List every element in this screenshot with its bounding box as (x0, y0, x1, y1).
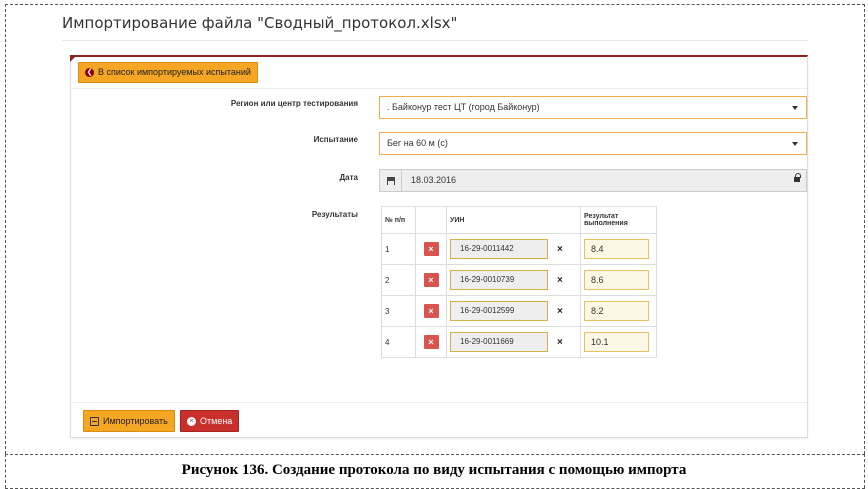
region-select[interactable]: . Байконур тест ЦТ (город Байконур) (379, 96, 807, 119)
lock-icon (794, 173, 801, 182)
row-num: 4 (381, 326, 416, 358)
clear-icon[interactable]: × (557, 337, 563, 348)
import-button[interactable]: Импортировать (83, 410, 175, 432)
date-addon (380, 170, 402, 191)
uin-field[interactable]: 16-29-0011442 (450, 239, 548, 259)
results-label: Результаты (311, 210, 358, 219)
table-row: 2 × 16-29-0010739 × 8.6 (381, 264, 657, 296)
arrow-left-circle-icon: ❮ (85, 68, 94, 77)
results-header-row: № п/п УИН Результат выполнения (381, 206, 657, 234)
delete-row-button[interactable]: × (423, 273, 439, 287)
delete-row-button[interactable]: × (423, 304, 439, 318)
header-result: Результат выполнения (580, 206, 657, 234)
cancel-button-label: Отмена (200, 415, 233, 426)
result-input[interactable]: 8.4 (584, 239, 649, 259)
floppy-disk-icon (90, 416, 99, 426)
results-table: № п/п УИН Результат выполнения 1 × 16-29… (381, 206, 657, 358)
row-num: 1 (381, 233, 416, 265)
uin-field[interactable]: 16-29-0010739 (450, 270, 548, 290)
clear-icon[interactable]: × (557, 244, 563, 255)
delete-row-button[interactable]: × (423, 335, 439, 349)
toolbar-divider (71, 88, 807, 89)
footer-divider (71, 402, 807, 403)
row-num: 2 (381, 264, 416, 296)
delete-row-button[interactable]: × (423, 242, 439, 256)
calendar-icon (386, 176, 395, 185)
title-divider (62, 40, 808, 41)
figure-caption: Рисунок 136. Создание протокола по виду … (181, 462, 687, 478)
header-delete (415, 206, 447, 234)
result-input[interactable]: 8.2 (584, 301, 649, 321)
table-row: 4 × 16-29-0011669 × 10.1 (381, 326, 657, 358)
row-num: 3 (381, 295, 416, 327)
table-row: 3 × 16-29-0012599 × 8.2 (381, 295, 657, 327)
back-to-list-label: В список импортируемых испытаний (98, 67, 251, 77)
clear-icon[interactable]: × (557, 306, 563, 317)
region-label: Регион или центр тестирования (230, 99, 358, 108)
uin-field[interactable]: 16-29-0012599 (450, 301, 548, 321)
table-row: 1 × 16-29-0011442 × 8.4 (381, 233, 657, 265)
import-button-label: Импортировать (103, 415, 168, 426)
header-num: № п/п (381, 206, 416, 234)
header-uin: УИН (446, 206, 581, 234)
result-input[interactable]: 10.1 (584, 332, 649, 352)
date-field: 18.03.2016 (379, 169, 807, 192)
page-title: Импортирование файла "Сводный_протокол.x… (62, 14, 458, 32)
figure-divider (5, 454, 865, 455)
cancel-circle-icon: × (187, 416, 196, 426)
test-label: Испытание (313, 135, 358, 144)
cancel-button[interactable]: × Отмена (180, 410, 240, 432)
date-value: 18.03.2016 (411, 175, 457, 185)
test-select-value: Бег на 60 м (с) (387, 138, 448, 148)
result-input[interactable]: 8.6 (584, 270, 649, 290)
test-select[interactable]: Бег на 60 м (с) (379, 132, 807, 155)
panel-corner-accent (70, 55, 77, 62)
uin-field[interactable]: 16-29-0011669 (450, 332, 548, 352)
chevron-down-icon (792, 142, 798, 146)
back-to-list-button[interactable]: ❮ В список импортируемых испытаний (78, 62, 258, 83)
date-label: Дата (339, 173, 358, 182)
region-select-value: . Байконур тест ЦТ (город Байконур) (387, 102, 540, 112)
chevron-down-icon (792, 106, 798, 110)
clear-icon[interactable]: × (557, 275, 563, 286)
